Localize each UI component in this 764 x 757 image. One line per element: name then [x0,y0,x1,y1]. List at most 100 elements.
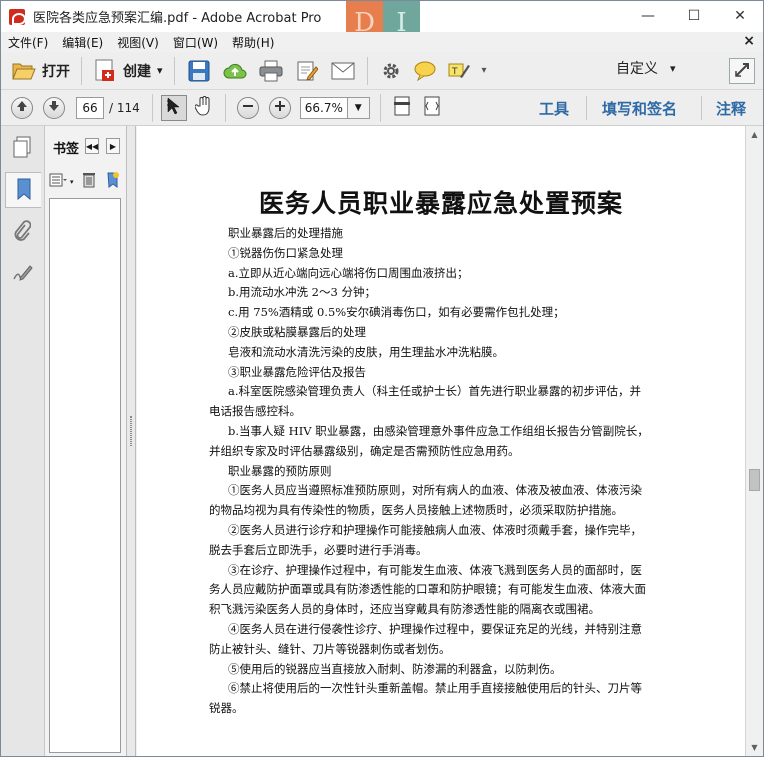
previous-page-button[interactable] [11,96,33,119]
customize-arrow: ▾ [670,61,676,75]
bookmarks-list[interactable] [49,198,121,753]
scrollbar-thumb[interactable] [749,469,760,492]
document-line: ②皮肤或粘膜暴露后的处理 [228,324,366,339]
document-line: ⑥禁止将使用后的一次性针头重新盖帽。禁止用手直接接触使用后的针头、刀片等 [228,681,642,696]
toolbar-separator [586,96,587,120]
document-line: a.科室医院感染管理负责人（科主任或护士长）首先进行职业暴露的初步评估，并 [228,384,642,399]
minus-icon [242,100,254,115]
create-pdf-icon [93,59,117,83]
document-line: ③在诊疗、护理操作过程中，有可能发生血液、体液飞溅到医务人员的面部时，医 [228,562,642,577]
menu-view[interactable]: 视图(V) [110,34,166,51]
cloud-upload-icon[interactable] [223,59,247,83]
customize-dropdown[interactable]: 自定义 ▾ [616,58,676,78]
document-line: ①锐器伤伤口紧急处理 [228,245,343,260]
open-button[interactable]: 打开 [7,55,75,87]
document-line: 职业暴露后的处理措施 [228,226,343,240]
vertical-scrollbar[interactable]: ▲ ▼ [745,126,763,756]
zoom-dropdown-button[interactable]: ▼ [347,96,370,119]
document-line: 锐器。 [209,701,244,716]
next-page-button[interactable] [43,96,65,119]
plus-icon [274,100,286,115]
gear-icon[interactable] [379,59,403,83]
menu-help[interactable]: 帮助(H) [225,34,281,51]
bookmarks-panel: 书签 ◀◀ ▶ ▾ [45,126,127,756]
document-line: 电话报告感控科。 [209,404,301,419]
document-line: b.当事人疑 HIV 职业暴露，由感染管理意外事件应急工作组组长报告分管副院长， [228,423,649,438]
menu-file[interactable]: 文件(F) [1,34,55,51]
splitter-grip [130,416,132,446]
svg-text:T: T [451,67,458,77]
zoom-level-input[interactable]: 66.7% [299,96,348,119]
fit-width-icon [423,96,441,119]
bookmarks-button[interactable] [5,172,41,208]
zoom-in-button[interactable] [268,96,291,119]
delete-bookmark-icon[interactable] [82,172,96,191]
close-button[interactable]: ✕ [717,1,763,31]
toolbar-separator [151,93,153,122]
highlight-text-icon[interactable]: T [447,59,471,83]
document-title: 医务人员职业暴露应急处置预案 [258,189,623,218]
fit-page-button[interactable] [389,95,415,121]
zoom-out-button[interactable] [236,96,259,119]
bookmark-tools: ▾ [49,172,120,191]
folder-open-icon [12,59,36,83]
paperclip-icon [13,219,32,246]
document-line: ①医务人员应当遵照标准预防原则，对所有病人的血液、体液及被血液、体液污染 [228,483,642,498]
acrobat-window: 医院各类应急预案汇编.pdf - Adobe Acrobat Pro D I —… [0,0,764,757]
document-line: 积飞溅污染医务人员的身体时，还应当穿戴具有防渗透性能的隔离衣或围裙。 [209,602,600,617]
hand-tool-button[interactable] [191,95,217,121]
document-line: ⑤使用后的锐器应当直接放入耐刺、防渗漏的利器盒，以防刺伤。 [228,661,562,676]
document-line: 务人员应戴防护面罩或具有防渗透性能的口罩和防护眼镜；有可能发生血液、体液大面 [209,582,646,597]
more-tools-arrow[interactable]: ▾ [482,65,487,76]
page-thumbnails-button[interactable] [9,134,35,162]
tools-pane-link[interactable]: 工具 [539,98,569,119]
document-line: ②医务人员进行诊疗和护理操作可能接触病人血液、体液时须戴手套，操作完毕， [228,522,642,537]
toolbar-separator [173,56,175,85]
document-line: 皂液和流动水清洗污染的皮肤，用生理盐水冲洗粘膜。 [228,344,504,359]
collapse-panel-button[interactable]: ◀◀ [85,138,99,154]
panel-splitter[interactable] [127,126,136,756]
menu-edit[interactable]: 编辑(E) [55,34,110,51]
minimize-button[interactable]: — [625,1,671,31]
fit-width-button[interactable] [419,95,445,121]
menu-window[interactable]: 窗口(W) [166,34,225,51]
maximize-button[interactable]: ☐ [671,1,717,31]
document-line: b.用流动水冲洗 2～3 分钟； [228,285,376,300]
print-icon[interactable] [259,59,283,83]
fit-page-icon [393,96,411,119]
scroll-down-button[interactable]: ▼ [746,739,763,756]
document-line: 防止被针头、缝针、刀片等锐器刺伤或者划伤。 [209,641,451,656]
document-line: 职业暴露的预防原则 [228,463,332,478]
document-line: a.立即从近心端向远心端将伤口周围血液挤出； [228,265,469,280]
title-bar: 医院各类应急预案汇编.pdf - Adobe Acrobat Pro D I —… [1,1,763,45]
main-toolbar: 打开 创建 ▾ T ▾ 自定义 ▾ [1,52,763,90]
navigation-rail [1,126,45,756]
email-icon[interactable] [331,59,355,83]
attachments-button[interactable] [9,218,35,246]
create-button[interactable]: 创建 ▾ [88,55,168,87]
page-number-input[interactable]: 66 [76,96,104,119]
document-line: ④医务人员在进行侵袭性诊疗、护理操作过程中，要保证充足的光线，并特别注意 [228,621,642,636]
full-screen-button[interactable] [729,58,755,84]
scroll-up-button[interactable]: ▲ [746,126,763,143]
signatures-button[interactable] [9,260,35,288]
document-line: ③职业暴露危险评估及报告 [228,364,366,379]
new-bookmark-icon[interactable] [106,172,120,191]
fill-and-sign-link[interactable]: 填写和签名 [602,98,677,119]
bookmark-options-icon[interactable] [49,173,67,190]
window-title: 医院各类应急预案汇编.pdf - Adobe Acrobat Pro [33,11,322,26]
bookmark-icon [15,178,33,203]
select-tool-button[interactable] [160,94,187,121]
document-viewport[interactable]: 医务人员职业暴露应急处置预案 职业暴露后的处理措施 ①锐器伤伤口紧急处理 a.立即从… [137,126,745,756]
comment-pane-link[interactable]: 注释 [716,98,746,119]
menu-bar: 文件(F) 编辑(E) 视图(V) 窗口(W) 帮助(H) × [1,32,763,52]
pdf-page: 医务人员职业暴露应急处置预案 职业暴露后的处理措施 ①锐器伤伤口紧急处理 a.立即从… [137,126,745,756]
comment-icon[interactable] [413,59,437,83]
create-label: 创建 [123,63,151,80]
close-document-button[interactable]: × [743,33,755,49]
hand-icon [194,96,213,119]
edit-document-icon[interactable] [295,59,319,83]
save-icon[interactable] [187,59,211,83]
acrobat-app-icon [9,8,26,25]
panel-forward-button[interactable]: ▶ [106,138,120,154]
